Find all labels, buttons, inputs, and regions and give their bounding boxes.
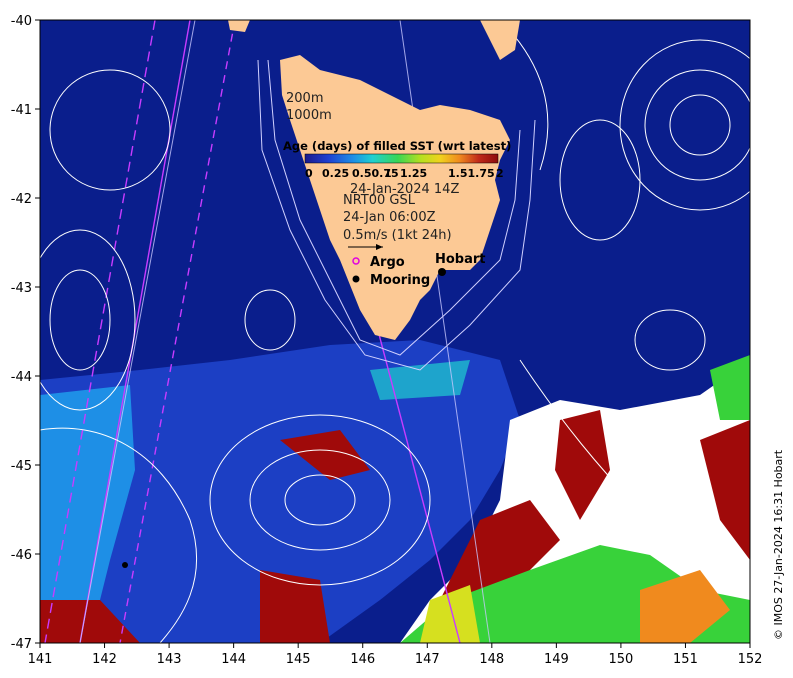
y-tick-label: -41 [11, 103, 32, 118]
sst-map: 141 142 143 144 145 146 147 148 149 150 151 152 -40… [11, 14, 785, 667]
x-tick-label: 145 [286, 652, 311, 667]
x-axis: 141 142 143 144 145 146 147 148 149 150 151 152 [28, 643, 763, 667]
x-tick-label: 150 [608, 652, 633, 667]
mooring-label: Mooring [370, 273, 430, 288]
x-tick-label: 144 [221, 652, 246, 667]
argo-label: Argo [370, 255, 405, 270]
hobart-mooring-icon [438, 268, 446, 276]
x-tick-label: 148 [479, 652, 504, 667]
colorbar-ticks: 0 0.25 0.50.751 1.25 1.51.75 2 [305, 167, 504, 180]
y-tick-label: -45 [11, 459, 32, 474]
scale-label: 0.5m/s (1kt 24h) [343, 228, 452, 243]
colorbar-tick-label: 1 [384, 167, 392, 180]
y-axis: -40 -41 -42 -43 -44 -45 -46 -47 [11, 14, 40, 652]
colorbar-tick-label: 1.25 [400, 167, 427, 180]
mooring-marker-sw [122, 562, 128, 568]
plot-area [40, 20, 750, 643]
colorbar-tick-label: 0 [305, 167, 313, 180]
y-tick-label: -44 [11, 370, 32, 385]
isobath-label-1000m: 1000m [286, 108, 332, 123]
credit-text: © IMOS 27-Jan-2024 16:31 Hobart [772, 449, 785, 640]
x-tick-label: 142 [92, 652, 117, 667]
y-tick-label: -43 [11, 281, 32, 296]
colorbar-tick-label: 2 [496, 167, 504, 180]
x-tick-label: 146 [350, 652, 375, 667]
y-tick-label: -42 [11, 192, 32, 207]
colorbar-tick-label: 0.25 [322, 167, 349, 180]
x-tick-label: 152 [738, 652, 763, 667]
colorbar [304, 153, 499, 164]
hobart-label: Hobart [435, 252, 486, 267]
current-source-label: NRT00 GSL [343, 193, 416, 208]
current-time-label: 24-Jan 06:00Z [343, 210, 436, 225]
y-tick-label: -47 [11, 637, 32, 652]
colorbar-tick-label: 1.51.75 [448, 167, 495, 180]
y-tick-label: -46 [11, 548, 32, 563]
x-tick-label: 151 [673, 652, 698, 667]
x-tick-label: 149 [544, 652, 569, 667]
colorbar-title: Age (days) of filled SST (wrt latest) [283, 139, 511, 153]
x-tick-label: 141 [28, 652, 53, 667]
isobath-label-200m: 200m [286, 91, 323, 106]
x-tick-label: 143 [157, 652, 182, 667]
y-tick-label: -40 [11, 14, 32, 29]
sst-age-region-old-s [260, 570, 330, 643]
mooring-marker-icon [352, 275, 360, 283]
x-tick-label: 147 [415, 652, 440, 667]
